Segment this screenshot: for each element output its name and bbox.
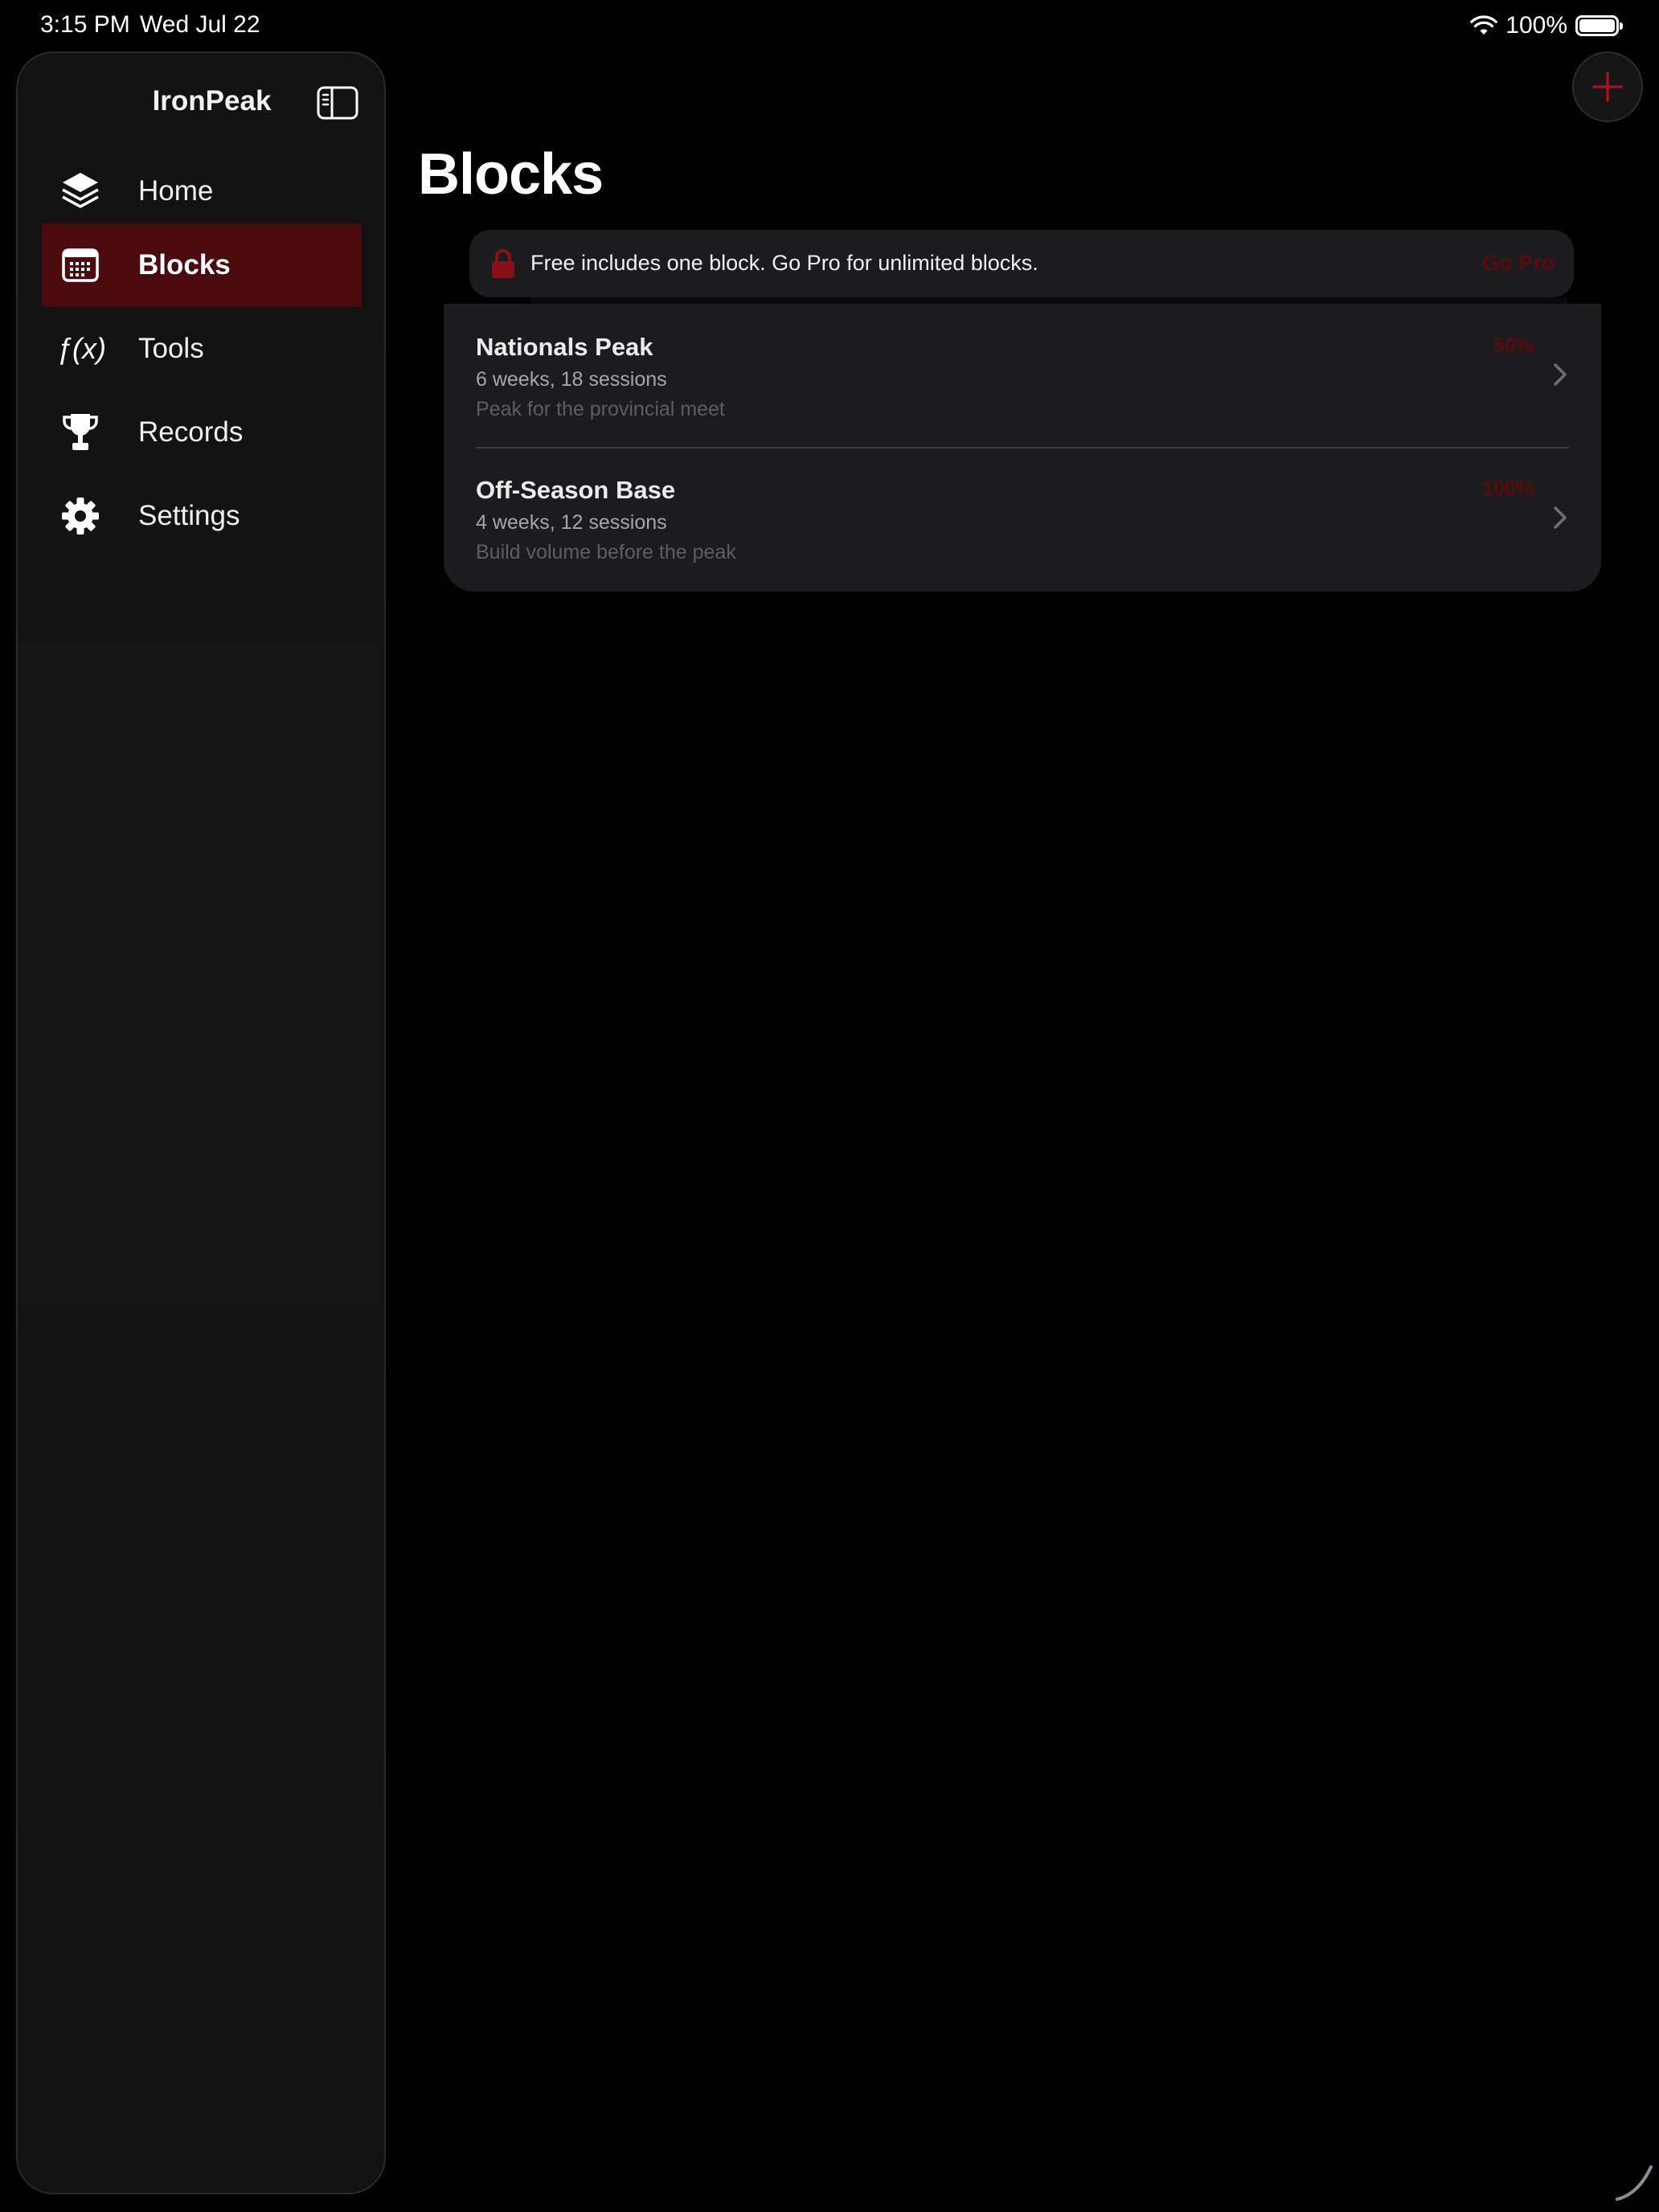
sidebar-item-settings[interactable]: Settings (42, 474, 362, 558)
upgrade-banner: Free includes one block. Go Pro for unli… (469, 230, 1574, 297)
block-description: Peak for the provincial meet (476, 398, 725, 420)
status-bar: 3:15 PM Wed Jul 22 100% (0, 0, 1659, 51)
status-date: Wed Jul 22 (140, 11, 260, 38)
block-summary: 4 weeks, 12 sessions (476, 511, 667, 534)
banner-text: Free includes one block. Go Pro for unli… (530, 251, 1038, 275)
plus-icon (1592, 72, 1623, 102)
status-time: 3:15 PM (40, 11, 130, 38)
battery-percent: 100% (1505, 12, 1567, 39)
calendar-icon (58, 243, 103, 288)
battery-icon (1575, 15, 1623, 36)
layers-icon (58, 169, 103, 214)
block-name: Off-Season Base (476, 476, 676, 504)
sidebar-item-label: Home (138, 175, 214, 207)
block-progress: 100% (1482, 477, 1534, 500)
list-item[interactable]: Nationals Peak 6 weeks, 18 sessions Peak… (444, 304, 1601, 449)
banner-divider (530, 297, 1567, 304)
gear-icon (58, 494, 103, 539)
sidebar-toggle-icon[interactable] (317, 85, 358, 121)
sidebar-item-tools[interactable]: ƒ(x) Tools (42, 307, 362, 391)
sidebar-item-label: Blocks (138, 249, 231, 281)
sidebar-item-records[interactable]: Records (42, 391, 362, 474)
sidebar-item-home[interactable]: Home (42, 150, 362, 233)
blocks-list: Nationals Peak 6 weeks, 18 sessions Peak… (444, 304, 1601, 592)
function-icon: ƒ(x) (56, 332, 106, 365)
sidebar-header: IronPeak (18, 69, 384, 130)
chevron-right-icon (1554, 363, 1567, 386)
block-name: Nationals Peak (476, 333, 653, 361)
add-block-button[interactable] (1572, 51, 1643, 122)
block-progress: 50% (1493, 334, 1534, 357)
sidebar: IronPeak Home Blocks ƒ(x) Tools Records … (16, 51, 386, 2194)
page-title: Blocks (418, 142, 604, 207)
trophy-icon (58, 410, 103, 455)
lock-icon (492, 249, 514, 278)
chevron-right-icon (1554, 506, 1567, 529)
sidebar-item-label: Records (138, 416, 244, 448)
resize-handle-icon (1616, 2165, 1653, 2201)
list-item[interactable]: Off-Season Base 4 weeks, 12 sessions Bui… (444, 447, 1601, 590)
wifi-icon (1470, 15, 1498, 35)
sidebar-item-blocks[interactable]: Blocks (42, 223, 362, 307)
block-summary: 6 weeks, 18 sessions (476, 368, 667, 391)
go-pro-link[interactable]: Go Pro (1482, 251, 1555, 276)
block-description: Build volume before the peak (476, 541, 736, 563)
sidebar-item-label: Tools (138, 333, 204, 364)
sidebar-item-label: Settings (138, 500, 240, 531)
status-indicators: 100% (1470, 11, 1623, 40)
